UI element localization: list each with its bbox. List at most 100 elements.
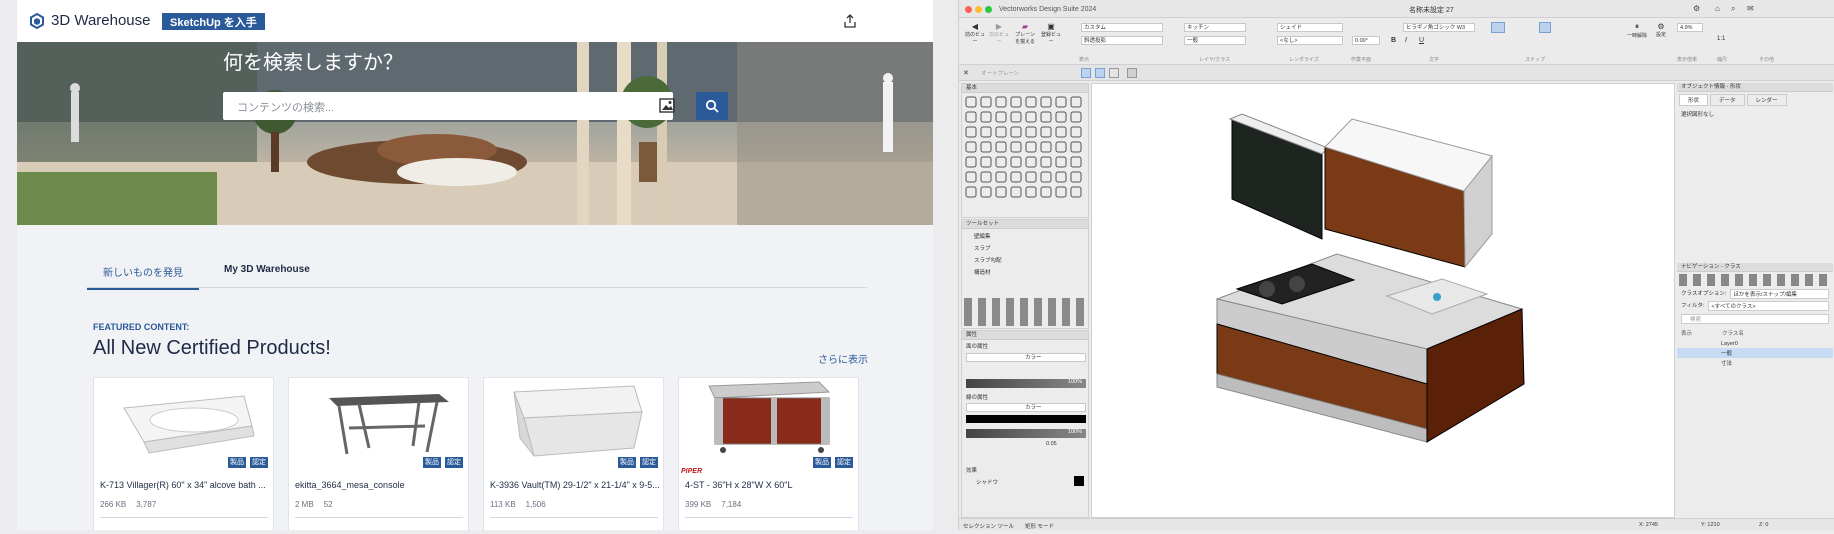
drawing-tool-icon[interactable] <box>1040 171 1052 183</box>
drawing-tool-icon[interactable] <box>1025 96 1037 108</box>
see-more-link[interactable]: さらに表示 <box>818 351 868 366</box>
gear-icon[interactable]: ⚙ <box>1693 4 1700 13</box>
class-row[interactable]: Layer0 <box>1677 340 1833 348</box>
bold-button[interactable]: B <box>1391 37 1396 44</box>
drawing-tool-icon[interactable] <box>995 111 1007 123</box>
filter-select[interactable]: <すべてのクラス> <box>1708 301 1829 311</box>
prev-view-button[interactable]: ◀ 前のビュー <box>963 22 987 45</box>
drawing-tool-icon[interactable] <box>1070 141 1082 153</box>
drawing-tool-icon[interactable] <box>980 141 992 153</box>
drawing-tool-icon[interactable] <box>1070 156 1082 168</box>
drawing-tool-icon[interactable] <box>1040 141 1052 153</box>
layer-select[interactable]: 一般 <box>1184 36 1246 45</box>
nav-icons[interactable] <box>1679 274 1831 286</box>
drawing-tool-icon[interactable] <box>1010 126 1022 138</box>
drawing-tool-icon[interactable] <box>995 186 1007 198</box>
tab-render[interactable]: レンダー <box>1746 94 1787 106</box>
drawing-tool-icon[interactable] <box>1025 156 1037 168</box>
next-view-button[interactable]: ▶ 次のビュー <box>987 22 1011 45</box>
drawing-tool-icon[interactable] <box>1010 186 1022 198</box>
settings-button[interactable]: ⚙ 設定 <box>1649 22 1673 38</box>
drawing-tool-icon[interactable] <box>1025 186 1037 198</box>
render-select[interactable]: シェイド <box>1277 23 1343 32</box>
drawing-tool-icon[interactable] <box>1010 171 1022 183</box>
drawing-tool-icon[interactable] <box>1070 126 1082 138</box>
close-window-button[interactable] <box>965 6 972 13</box>
saved-view-button[interactable]: ▣ 登録ビュー <box>1039 22 1063 45</box>
search-input[interactable]: コンテンツの検索... <box>237 99 334 115</box>
drawing-tool-icon[interactable] <box>980 96 992 108</box>
drawing-tool-icon[interactable] <box>995 141 1007 153</box>
product-card[interactable]: PIPER 製品 認定 4-ST - 36"H x 28"W X 60"L 39… <box>678 377 859 530</box>
close-icon[interactable]: ✕ <box>963 69 969 77</box>
drawing-tool-icon[interactable] <box>965 171 977 183</box>
drawing-tool-icon[interactable] <box>995 96 1007 108</box>
drawing-tool-icon[interactable] <box>965 156 977 168</box>
class-option-select[interactable]: ほかを表示/スナップ/編集 <box>1730 289 1829 299</box>
class-row-selected[interactable]: 一般 <box>1677 348 1833 358</box>
drawing-tool-icon[interactable] <box>995 156 1007 168</box>
view-select[interactable]: カスタム <box>1081 23 1163 32</box>
plane-select[interactable]: <なし> <box>1277 36 1343 45</box>
drawing-tool-icon[interactable] <box>1055 126 1067 138</box>
drawing-tool-icon[interactable] <box>965 126 977 138</box>
class-row[interactable]: 寸法 <box>1677 358 1833 368</box>
drawing-tool-icon[interactable] <box>965 186 977 198</box>
italic-button[interactable]: I <box>1405 37 1407 44</box>
drawing-tool-icon[interactable] <box>980 186 992 198</box>
font-select[interactable]: ヒラギノ角ゴシック W3 <box>1403 23 1475 32</box>
drawing-tool-icon[interactable] <box>980 126 992 138</box>
drawing-tool-icon[interactable] <box>1055 96 1067 108</box>
drawing-tool-icon[interactable] <box>1025 141 1037 153</box>
drawing-tool-icon[interactable] <box>1040 96 1052 108</box>
tab-my-warehouse[interactable]: My 3D Warehouse <box>212 258 322 281</box>
search-icon[interactable]: ⌕ <box>1731 4 1735 14</box>
drawing-tool-icon[interactable] <box>1040 156 1052 168</box>
drawing-tool-icon[interactable] <box>1070 111 1082 123</box>
drawing-tool-icon[interactable] <box>965 96 977 108</box>
unify-button[interactable]: ⏸ 一時解除 <box>1625 22 1649 39</box>
drawing-tool-icon[interactable] <box>1070 186 1082 198</box>
drawing-tool-icon[interactable] <box>1025 126 1037 138</box>
drawing-tool-icon[interactable] <box>1040 186 1052 198</box>
drawing-tool-icon[interactable] <box>980 171 992 183</box>
drawing-tool-icon[interactable] <box>965 141 977 153</box>
drawing-tool-icon[interactable] <box>1055 141 1067 153</box>
drawing-tool-icon[interactable] <box>1070 96 1082 108</box>
drawing-tool-icon[interactable] <box>1040 126 1052 138</box>
drawing-tool-icon[interactable] <box>980 111 992 123</box>
underline-button[interactable]: U <box>1419 37 1424 44</box>
drawing-tool-icon[interactable] <box>1010 111 1022 123</box>
search-box[interactable]: コンテンツの検索... <box>223 92 675 120</box>
mode-button[interactable] <box>1095 68 1105 78</box>
minimize-window-button[interactable] <box>975 6 982 13</box>
fill-opacity-bar[interactable]: 100% <box>966 379 1086 388</box>
tab-shape[interactable]: 形状 <box>1679 94 1709 106</box>
toolset-icons[interactable] <box>964 298 1086 326</box>
drawing-tool-icon[interactable] <box>1055 171 1067 183</box>
line-opacity-bar[interactable]: 100% <box>966 429 1086 438</box>
drawing-tool-icon[interactable] <box>1040 111 1052 123</box>
toolset-item[interactable]: 構造材 <box>962 265 1088 277</box>
scale-value[interactable]: 1:1 <box>1717 36 1725 42</box>
drawing-tool-icon[interactable] <box>1025 111 1037 123</box>
get-sketchup-button[interactable]: SketchUp を入手 <box>162 13 265 30</box>
fill-type-select[interactable]: カラー <box>966 353 1086 362</box>
drawing-tool-icon[interactable] <box>995 171 1007 183</box>
line-type-select[interactable]: カラー <box>966 403 1086 412</box>
drawing-tool-icon[interactable] <box>1010 96 1022 108</box>
zoom-window-button[interactable] <box>985 6 992 13</box>
nav-search-input[interactable]: 検索 <box>1681 314 1829 324</box>
product-card[interactable]: 製品 認定 ekitta_3664_mesa_console 2 MB 52 <box>288 377 469 530</box>
product-title[interactable]: 4-ST - 36"H x 28"W X 60"L <box>685 480 855 490</box>
drawing-tool-icon[interactable] <box>1025 171 1037 183</box>
drawing-tool-icon[interactable] <box>1055 156 1067 168</box>
drawing-tool-icon[interactable] <box>1010 141 1022 153</box>
drawing-tool-icon[interactable] <box>995 126 1007 138</box>
drawing-tool-icon[interactable] <box>965 111 977 123</box>
line-color-swatch[interactable] <box>966 415 1086 423</box>
mode-button[interactable] <box>1109 68 1119 78</box>
product-card[interactable]: 製品 認定 K-3936 Vault(TM) 29-1/2" x 21-1/4"… <box>483 377 664 530</box>
shadow-color-swatch[interactable] <box>1074 476 1084 486</box>
mode-button[interactable] <box>1127 68 1137 78</box>
